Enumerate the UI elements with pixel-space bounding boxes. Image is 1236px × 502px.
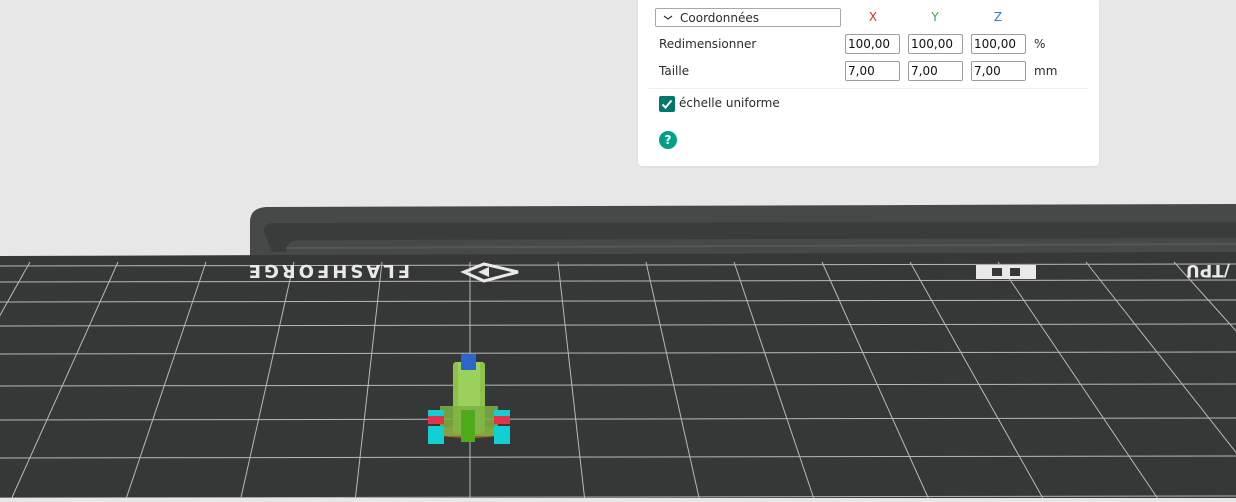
size-label: Taille	[659, 64, 690, 78]
axis-z-label: Z	[993, 10, 1003, 24]
bed-icon-square	[976, 265, 1036, 279]
scale-panel: Coordonnées X Y Z Redimensionner % Taill…	[638, 0, 1099, 166]
uniform-scale-label: échelle uniforme	[679, 96, 780, 110]
axis-y-label: Y	[931, 10, 939, 24]
resize-y-field[interactable]	[908, 34, 963, 54]
resize-z-field[interactable]	[971, 34, 1026, 54]
chevron-down-icon	[663, 15, 673, 20]
dropdown-label: Coordonnées	[680, 11, 759, 25]
bed-material-text: /TPU	[1186, 260, 1230, 280]
model-top-marker	[461, 354, 476, 370]
size-z-field[interactable]	[971, 61, 1026, 81]
size-x-field[interactable]	[845, 61, 900, 81]
coordinates-dropdown[interactable]: Coordonnées	[655, 8, 841, 27]
uniform-scale-checkbox[interactable]	[659, 96, 675, 112]
bed-brand-text: FLASHFORGE	[246, 260, 410, 281]
panel-divider	[648, 88, 1088, 89]
help-button[interactable]: ?	[659, 131, 677, 149]
axis-x-label: X	[868, 10, 878, 24]
resize-label: Redimensionner	[659, 37, 757, 51]
resize-unit: %	[1034, 37, 1046, 51]
size-unit: mm	[1034, 64, 1058, 78]
size-y-field[interactable]	[908, 61, 963, 81]
resize-x-field[interactable]	[845, 34, 900, 54]
build-plate	[0, 252, 1236, 498]
check-icon	[661, 99, 673, 109]
